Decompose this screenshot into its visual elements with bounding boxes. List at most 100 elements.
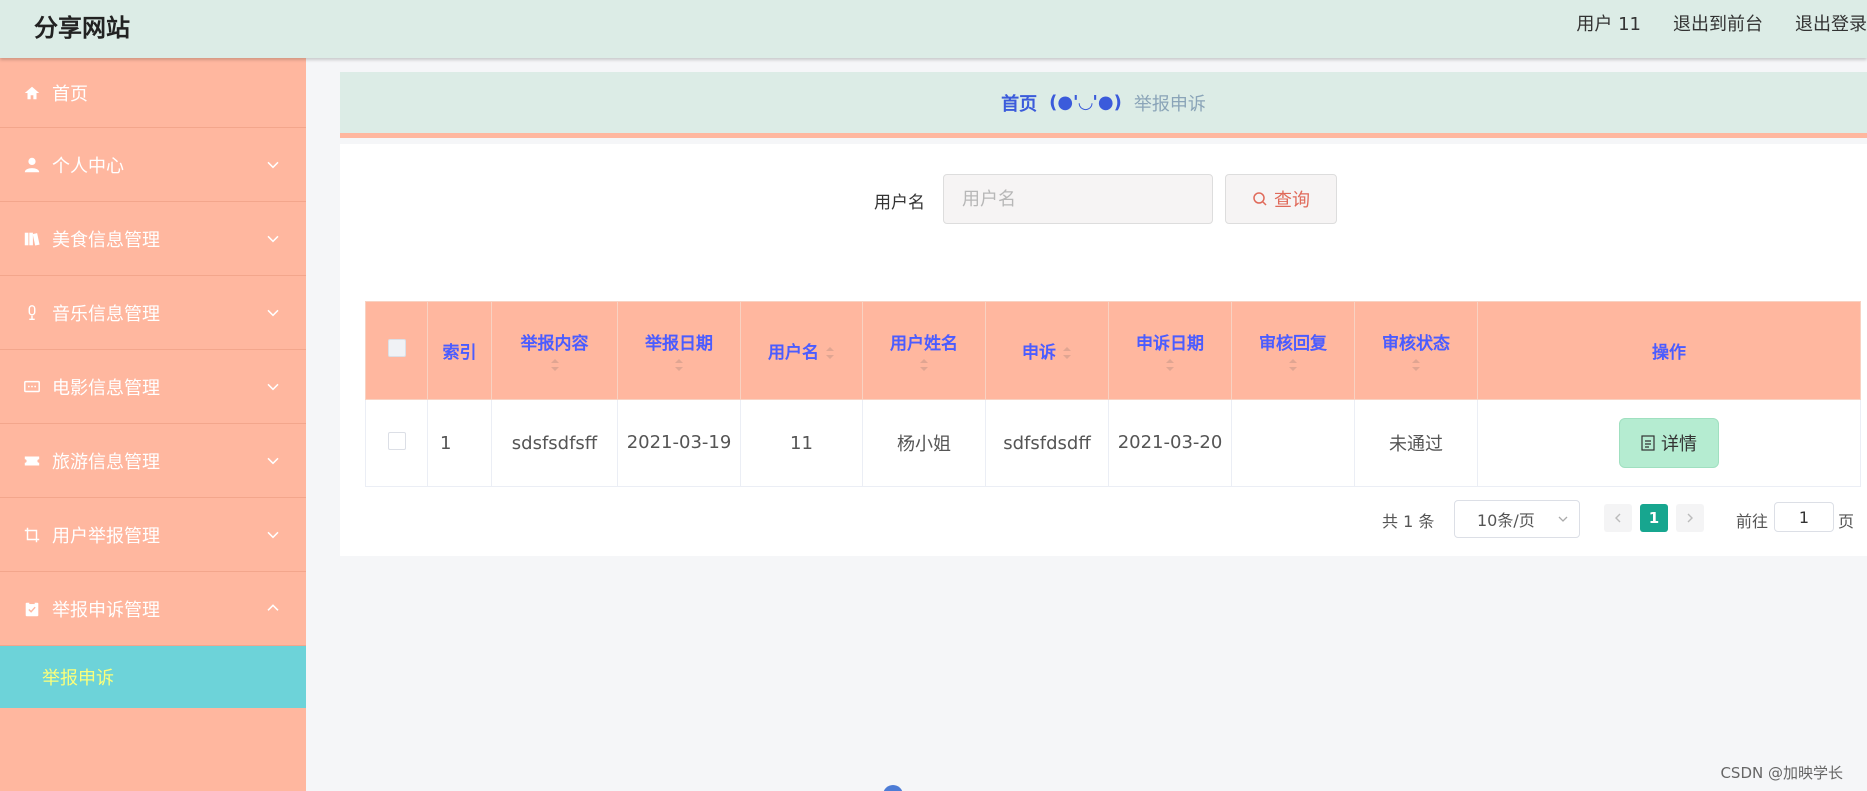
sidebar-item-home[interactable]: 首页 — [0, 58, 306, 128]
cell-reply — [1231, 399, 1355, 487]
pagination-total: 共 1 条 — [1382, 512, 1435, 531]
column-header-label: 举报日期 — [645, 334, 713, 354]
cell-content: sdsfsdfsff — [491, 399, 618, 487]
sort-icon[interactable] — [825, 346, 835, 360]
main-card: 用户名 查询 索引 举报内容 举报日期 用户名 用户姓名 申诉 申诉日期 审核回… — [340, 144, 1867, 556]
breadcrumb-separator: (●'◡'●) — [1049, 92, 1122, 113]
sidebar-item-label: 举报申诉管理 — [52, 599, 160, 621]
logout-link[interactable]: 退出登录 — [1795, 10, 1867, 36]
header-actions: 用户 11 退出到前台 退出登录 — [1576, 10, 1867, 36]
column-header-label: 用户姓名 — [890, 334, 958, 354]
column-header-content[interactable]: 举报内容 — [491, 301, 618, 400]
sidebar-item-music[interactable]: 音乐信息管理 — [0, 276, 306, 350]
column-header-report-date[interactable]: 举报日期 — [617, 301, 741, 400]
column-header-appeal[interactable]: 申诉 — [985, 301, 1109, 400]
sort-icon[interactable] — [1288, 358, 1298, 372]
sidebar-item-label: 个人中心 — [52, 155, 124, 177]
chevron-down-icon — [267, 531, 279, 538]
column-header-label: 审核状态 — [1382, 334, 1450, 354]
prev-page-button[interactable] — [1604, 504, 1632, 532]
breadcrumb-home[interactable]: 首页 — [1001, 90, 1037, 116]
cell-index: 1 — [427, 399, 492, 487]
loading-indicator — [883, 785, 903, 791]
table-row: 1 sdsfsdfsff 2021-03-19 11 杨小姐 sdfsfdsdf… — [365, 399, 1861, 487]
sidebar-subitem-report-appeal[interactable]: 举报申诉 — [0, 646, 306, 708]
chevron-right-icon — [1687, 513, 1693, 523]
back-to-front-link[interactable]: 退出到前台 — [1673, 10, 1763, 36]
column-header-username[interactable]: 用户名 — [740, 301, 863, 400]
sidebar-item-label: 旅游信息管理 — [52, 451, 160, 473]
page-size-value: 10条/页 — [1477, 511, 1535, 530]
sidebar-item-appeal[interactable]: 举报申诉管理 — [0, 572, 306, 646]
sidebar-item-food[interactable]: 美食信息管理 — [0, 202, 306, 276]
row-checkbox[interactable] — [387, 431, 406, 450]
row-select-cell — [365, 399, 428, 487]
username-search-input[interactable] — [943, 174, 1213, 224]
sort-icon[interactable] — [919, 358, 929, 372]
sidebar-item-movie[interactable]: 电影信息管理 — [0, 350, 306, 424]
cell-username: 11 — [740, 399, 863, 487]
sidebar-item-user-report[interactable]: 用户举报管理 — [0, 498, 306, 572]
watermark: CSDN @加映学长 — [1720, 764, 1843, 782]
column-header-appeal-date[interactable]: 申诉日期 — [1108, 301, 1232, 400]
sort-icon[interactable] — [1062, 346, 1072, 360]
sort-icon[interactable] — [1165, 358, 1175, 372]
column-header-label: 审核回复 — [1259, 334, 1327, 354]
chevron-left-icon — [1615, 513, 1621, 523]
chevron-down-icon — [267, 235, 279, 242]
chat-icon — [22, 377, 42, 397]
cell-appeal: sdfsfdsdff — [985, 399, 1109, 487]
column-header-label: 举报内容 — [520, 334, 589, 354]
column-header-label: 申诉日期 — [1136, 334, 1204, 354]
detail-button[interactable]: 详情 — [1619, 418, 1719, 468]
column-header-name[interactable]: 用户姓名 — [862, 301, 986, 400]
clipboard-icon — [22, 599, 42, 619]
page-number-current[interactable]: 1 — [1640, 504, 1668, 532]
ticket-icon — [22, 451, 42, 471]
column-header-status[interactable]: 审核状态 — [1354, 301, 1478, 400]
select-all-checkbox[interactable] — [387, 339, 406, 357]
site-brand: 分享网站 — [34, 14, 130, 42]
chevron-up-icon — [267, 603, 279, 611]
goto-page-input[interactable] — [1774, 502, 1834, 532]
sidebar-item-travel[interactable]: 旅游信息管理 — [0, 424, 306, 498]
detail-button-label: 详情 — [1661, 434, 1697, 455]
select-all-cell — [365, 301, 428, 400]
sidebar-item-label: 用户举报管理 — [52, 525, 160, 547]
sidebar: 首页 个人中心 美食信息管理 音乐信息管理 电影信息管理 旅游信息管理 用户举报… — [0, 58, 306, 791]
chevron-down-icon — [267, 457, 279, 464]
sort-icon[interactable] — [1411, 358, 1421, 372]
search-button[interactable]: 查询 — [1225, 174, 1337, 224]
user-icon — [22, 155, 42, 175]
cell-name: 杨小姐 — [862, 399, 986, 487]
page-size-select[interactable]: 10条/页 — [1454, 500, 1580, 538]
column-header-label: 用户名 — [768, 343, 819, 363]
column-header-label: 申诉 — [1022, 343, 1056, 363]
home-icon — [22, 83, 42, 103]
chevron-down-icon — [267, 383, 279, 390]
document-icon — [1641, 435, 1655, 451]
books-icon — [22, 229, 42, 249]
appeal-table: 索引 举报内容 举报日期 用户名 用户姓名 申诉 申诉日期 审核回复 审核状态 … — [365, 301, 1861, 487]
cell-actions: 详情 — [1477, 399, 1861, 487]
sidebar-item-personal-center[interactable]: 个人中心 — [0, 128, 306, 202]
search-icon — [1253, 192, 1267, 206]
cell-appeal-date: 2021-03-20 — [1108, 399, 1232, 487]
table-header-row: 索引 举报内容 举报日期 用户名 用户姓名 申诉 申诉日期 审核回复 审核状态 … — [365, 301, 1861, 400]
chevron-down-icon — [267, 161, 279, 168]
sort-icon[interactable] — [550, 358, 560, 372]
next-page-button[interactable] — [1676, 504, 1704, 532]
sort-icon[interactable] — [674, 358, 684, 372]
column-header-reply[interactable]: 审核回复 — [1231, 301, 1355, 400]
top-header: 分享网站 用户 11 退出到前台 退出登录 — [0, 0, 1867, 58]
current-user[interactable]: 用户 11 — [1576, 10, 1641, 36]
breadcrumb-current: 举报申诉 — [1133, 93, 1206, 115]
column-header-label: 操作 — [1652, 343, 1686, 363]
chevron-down-icon — [267, 309, 279, 316]
crop-icon — [22, 525, 42, 545]
sidebar-item-label: 电影信息管理 — [52, 377, 160, 399]
goto-unit: 页 — [1838, 512, 1855, 531]
search-label: 用户名 — [874, 193, 925, 213]
column-header-actions: 操作 — [1477, 301, 1861, 400]
pagination: 共 1 条 10条/页 1 前往 页 — [340, 500, 1867, 540]
